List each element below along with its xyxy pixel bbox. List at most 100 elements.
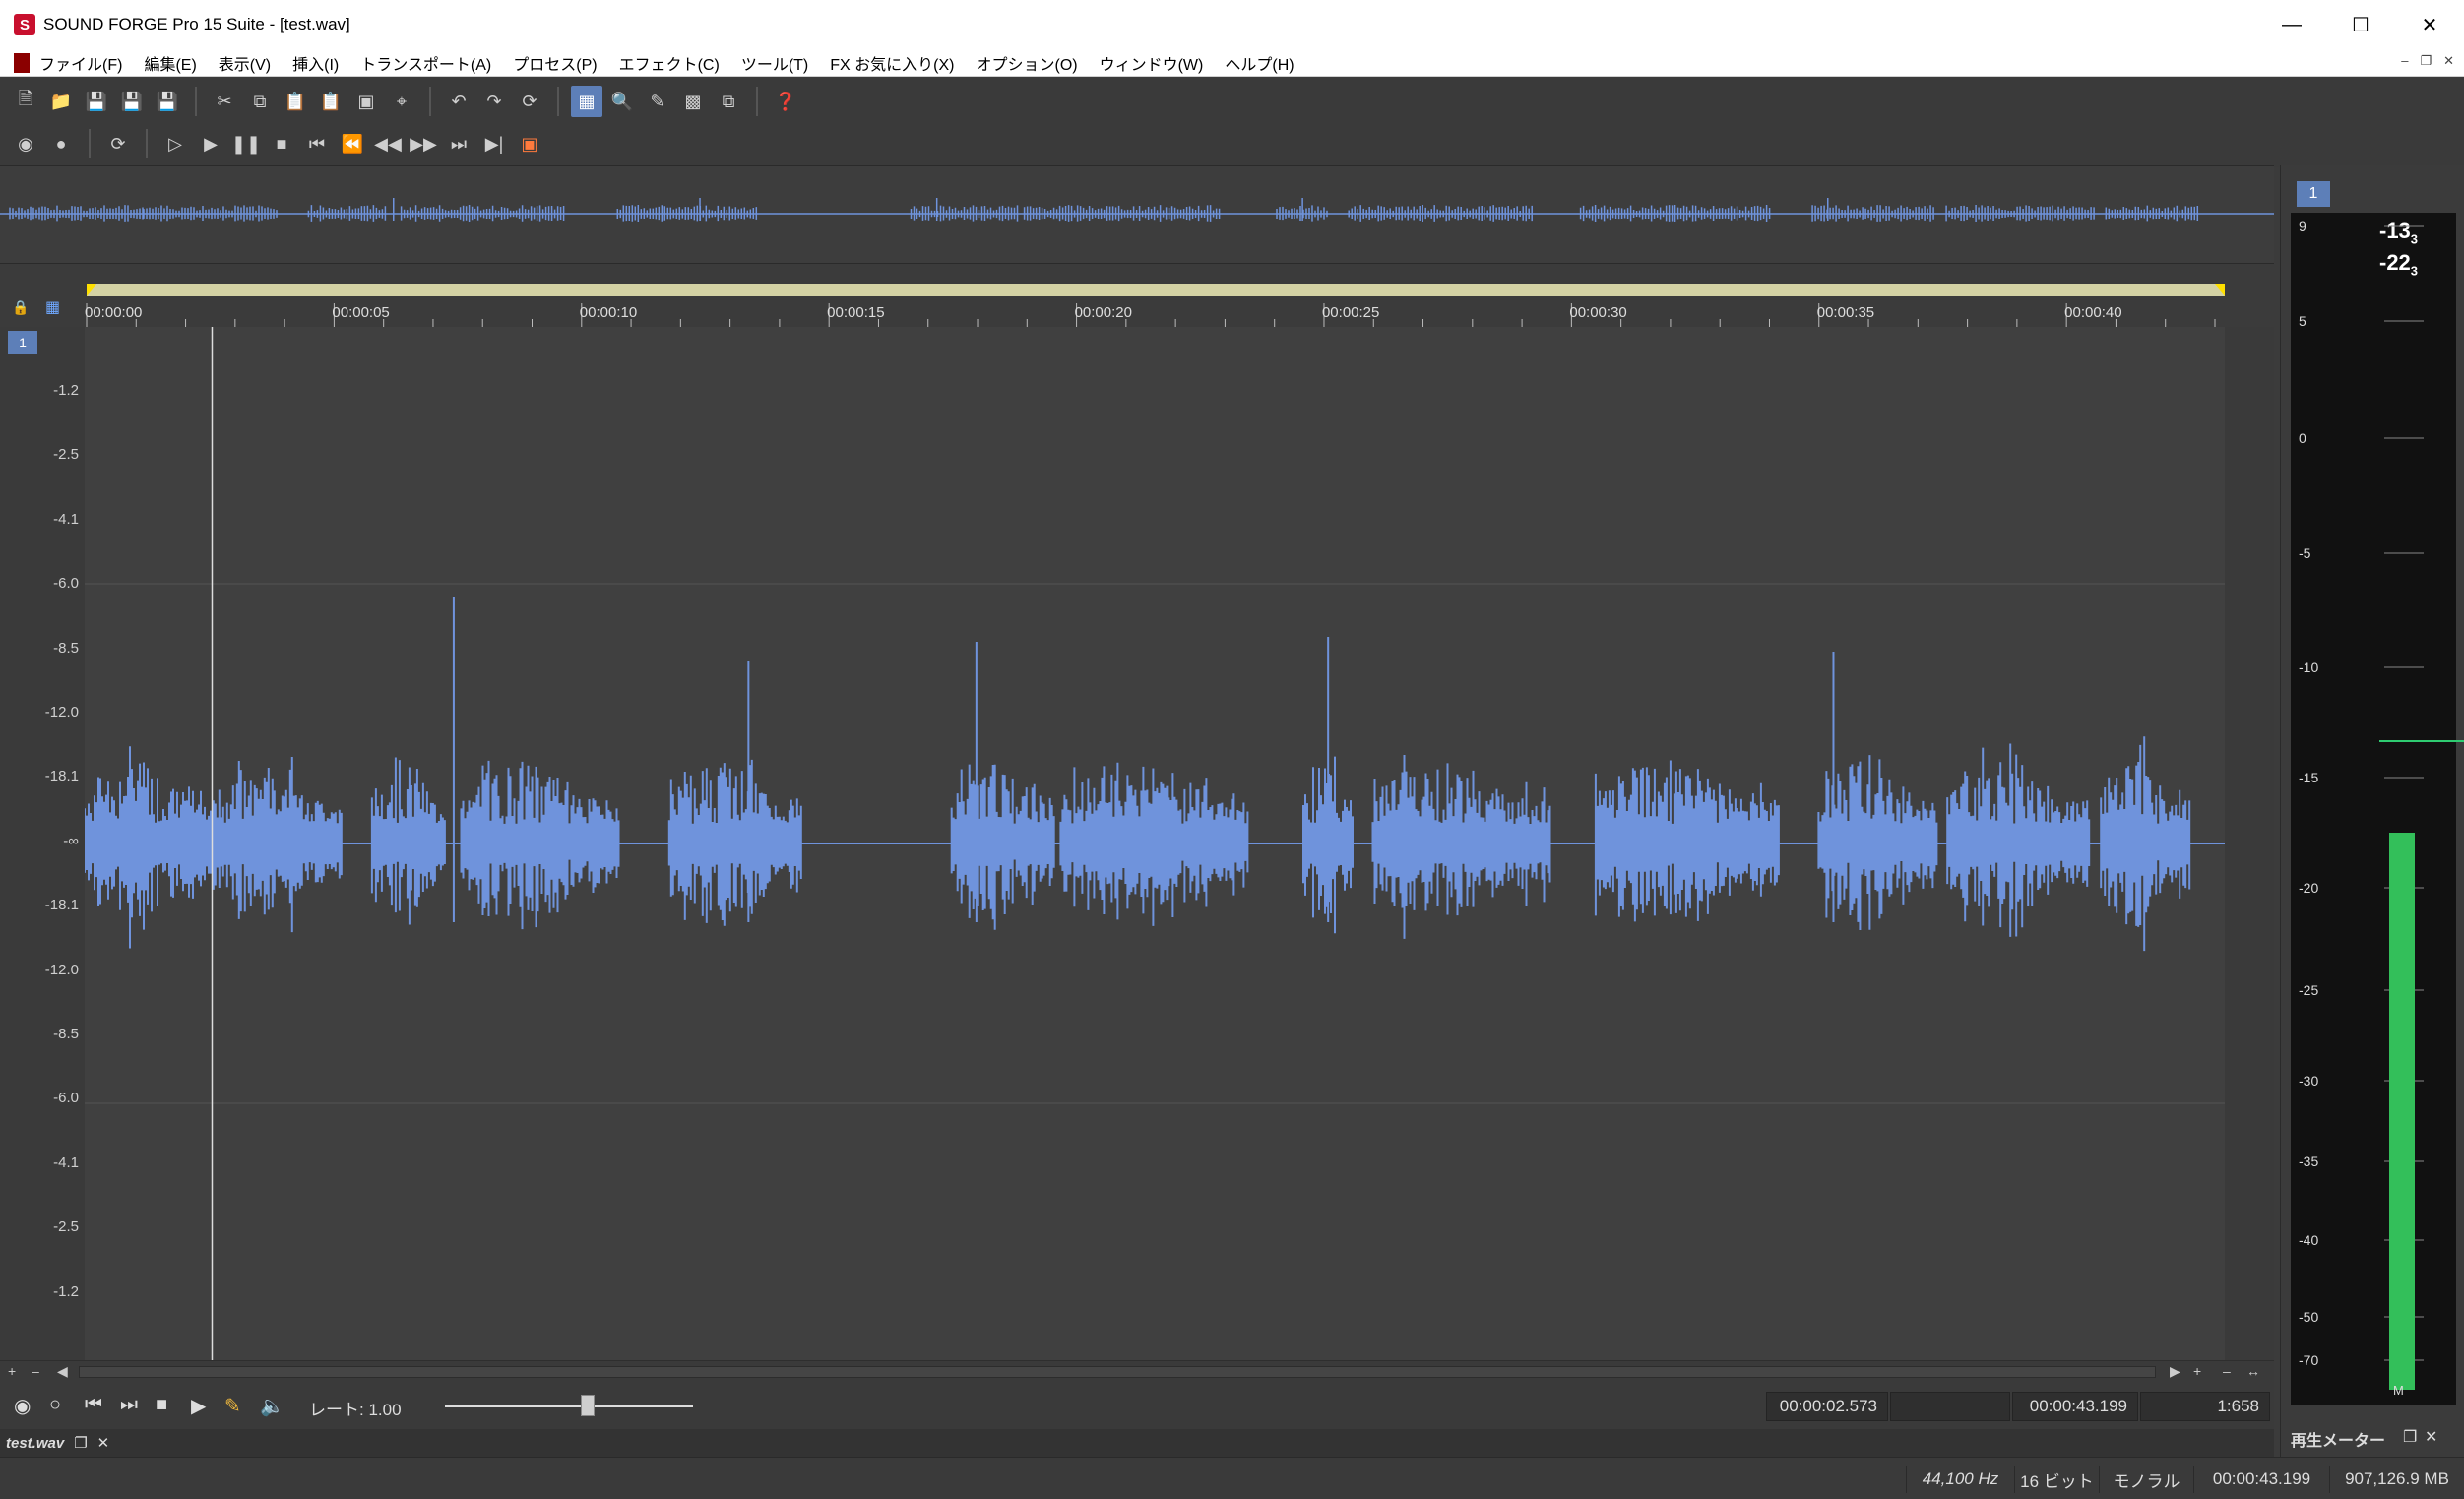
db-label: -8.5 (53, 639, 79, 656)
stop-icon[interactable]: ■ (266, 128, 297, 159)
menu-effects[interactable]: エフェクト(C) (619, 51, 720, 75)
minimize-icon[interactable]: — (2257, 0, 2326, 49)
magnify-tool-icon[interactable]: 🔍 (606, 86, 638, 117)
document-icon[interactable] (14, 52, 30, 73)
db-label: -2.5 (53, 1218, 79, 1236)
record-arm-icon[interactable]: ◉ (14, 1394, 31, 1418)
save-all-icon[interactable]: 💾 (152, 86, 183, 117)
selection-length-field[interactable] (1890, 1392, 2010, 1421)
menu-options[interactable]: オプション(O) (976, 51, 1077, 75)
paste-icon[interactable]: 📋 (280, 86, 311, 117)
maximize-icon[interactable]: ☐ (2326, 0, 2395, 49)
restore-icon[interactable]: ❐ (2403, 1427, 2417, 1447)
status-bar: 44,100 Hz 16 ビット モノラル 00:00:43.199 907,1… (0, 1457, 2464, 1499)
mdi-close-icon[interactable]: ✕ (2443, 53, 2454, 69)
zoom-fit-icon[interactable]: ↔ (2246, 1363, 2260, 1379)
pencil-tool-icon[interactable]: ✎ (642, 86, 673, 117)
menu-fx-favorites[interactable]: FX お気に入り(X) (830, 51, 954, 75)
record-arm-icon[interactable]: ◉ (10, 128, 41, 159)
time-ruler[interactable]: 🔒 ▦ 00:00:00 00:00:05 00:00:10 00:00:15 … (0, 276, 2274, 327)
waveform-area[interactable]: 1 -1.2 -2.5 -4.1 -6.0 -8.5 -12.0 -18.1 -… (0, 327, 2274, 1360)
event-tool-icon[interactable]: ▩ (677, 86, 709, 117)
save-as-icon[interactable]: 💾 (116, 86, 148, 117)
volume-icon[interactable]: 🔈 (260, 1394, 284, 1418)
save-icon[interactable]: 💾 (81, 86, 112, 117)
document-tab[interactable]: test.wav ❐ ✕ (6, 1431, 109, 1455)
zoom-in-icon[interactable]: + (8, 1363, 16, 1379)
zoom-out-right-icon[interactable]: – (2223, 1363, 2231, 1379)
next-marker-icon[interactable]: ▶| (478, 128, 510, 159)
go-end-icon[interactable]: ⏭ (120, 1394, 138, 1416)
menu-tools[interactable]: ツール(T) (741, 51, 808, 75)
undo-icon[interactable]: ↶ (443, 86, 474, 117)
menu-window[interactable]: ウィンドウ(W) (1100, 51, 1204, 75)
help-icon[interactable]: ❓ (770, 86, 801, 117)
repeat-icon[interactable]: ⟳ (514, 86, 545, 117)
document-tabs: test.wav ❐ ✕ (0, 1429, 2274, 1457)
go-start-icon[interactable]: ⏮ (85, 1394, 102, 1416)
mdi-minimize-icon[interactable]: – (2401, 53, 2408, 69)
mix-icon[interactable]: ▣ (350, 86, 382, 117)
stop-icon[interactable]: ■ (156, 1394, 167, 1416)
cursor-position-field[interactable]: 00:00:02.573 (1766, 1392, 1888, 1421)
close-icon[interactable]: ✕ (97, 1434, 110, 1452)
close-icon[interactable]: ✕ (2395, 0, 2464, 49)
mdi-restore-icon[interactable]: ❐ (2420, 53, 2432, 69)
playback-rate-slider[interactable] (445, 1394, 693, 1419)
meter-scale-svg (2384, 225, 2424, 1361)
loop-icon[interactable]: ⟳ (102, 128, 134, 159)
copy-icon[interactable]: ⧉ (244, 86, 276, 117)
scrub-icon[interactable]: ✎ (224, 1394, 241, 1418)
crop-icon[interactable]: ⌖ (386, 86, 417, 117)
db-label: -8.5 (53, 1026, 79, 1042)
scroll-right-icon[interactable]: ▶ (2170, 1363, 2180, 1380)
redo-icon[interactable]: ↷ (478, 86, 510, 117)
meter-channel-label: M (2393, 1383, 2404, 1398)
bit-depth-status[interactable]: 16 ビット (2014, 1466, 2099, 1493)
meter-channel-badge[interactable]: 1 (2297, 181, 2330, 207)
zoom-in-right-icon[interactable]: + (2193, 1363, 2201, 1379)
fast-rewind-icon[interactable]: ◀◀ (372, 128, 404, 159)
paste-special-icon[interactable]: 📋 (315, 86, 347, 117)
restore-icon[interactable]: ❐ (74, 1434, 87, 1452)
file-length-field[interactable]: 00:00:43.199 (2012, 1392, 2138, 1421)
play-icon[interactable]: ▶ (191, 1394, 206, 1418)
scroll-left-icon[interactable]: ◀ (57, 1363, 68, 1380)
menu-edit[interactable]: 編集(E) (144, 51, 196, 75)
tick-label: 00:00:15 (827, 304, 885, 321)
horizontal-scrollbar[interactable] (79, 1366, 2156, 1378)
channels-status[interactable]: モノラル (2099, 1466, 2193, 1493)
overview-waveform[interactable] (0, 165, 2274, 264)
play-all-icon[interactable]: ▷ (159, 128, 191, 159)
record-icon[interactable]: ● (45, 128, 77, 159)
menu-file[interactable]: ファイル(F) (39, 51, 122, 75)
close-icon[interactable]: ✕ (2425, 1427, 2437, 1447)
zoom-ratio-field[interactable]: 1:658 (2140, 1392, 2270, 1421)
sync-icon[interactable]: ▣ (514, 128, 545, 159)
channel-badge[interactable]: 1 (8, 331, 37, 354)
menu-process[interactable]: プロセス(P) (513, 51, 597, 75)
rewind-icon[interactable]: ⏪ (337, 128, 368, 159)
slider-thumb[interactable] (581, 1395, 595, 1416)
sample-rate-status[interactable]: 44,100 Hz (1906, 1466, 2014, 1493)
record-icon[interactable]: ○ (49, 1394, 61, 1416)
zoom-out-icon[interactable]: – (32, 1363, 39, 1379)
menu-insert[interactable]: 挿入(I) (292, 51, 339, 75)
pause-icon[interactable]: ❚❚ (230, 128, 262, 159)
menu-view[interactable]: 表示(V) (219, 51, 271, 75)
fast-forward-icon[interactable]: ▶▶ (408, 128, 439, 159)
cut-icon[interactable]: ✂ (209, 86, 240, 117)
meter-scale-label: -35 (2299, 1154, 2319, 1169)
go-start-icon[interactable]: ⏮ (301, 128, 333, 159)
menu-help[interactable]: ヘルプ(H) (1225, 51, 1294, 75)
play-icon[interactable]: ▶ (195, 128, 226, 159)
open-icon[interactable]: 📁 (45, 86, 77, 117)
db-label: -6.0 (53, 575, 79, 593)
menu-transport[interactable]: トランスポート(A) (360, 51, 491, 75)
envelope-tool-icon[interactable]: ⧉ (713, 86, 744, 117)
waveform-canvas[interactable] (84, 327, 2225, 1360)
new-icon[interactable]: 🗎 (10, 86, 41, 117)
go-end-icon[interactable]: ⏭ (443, 128, 474, 159)
standard-toolbar: 🗎 📁 💾 💾 💾 ✂ ⧉ 📋 📋 ▣ ⌖ ↶ ↷ ⟳ ▦ 🔍 ✎ ▩ ⧉ ❓ (10, 82, 801, 121)
edit-tool-icon[interactable]: ▦ (571, 86, 602, 117)
